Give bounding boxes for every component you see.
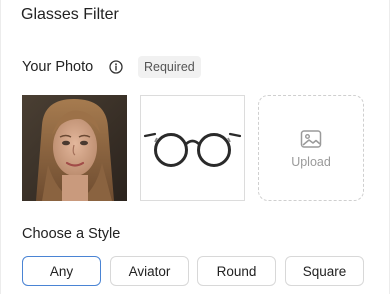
choose-style-label: Choose a Style [22, 226, 121, 242]
style-option-round[interactable]: Round [197, 256, 276, 286]
glasses-icon [143, 132, 242, 167]
glasses-preview-thumbnail[interactable] [140, 95, 245, 201]
portrait-image [22, 95, 127, 201]
required-badge: Required [138, 56, 201, 78]
panel-title: Glasses Filter [21, 6, 119, 23]
upload-photo-dropzone[interactable]: Upload [258, 95, 364, 201]
your-photo-label: Your Photo [22, 59, 94, 75]
style-option-any[interactable]: Any [22, 256, 101, 286]
glasses-filter-panel: Glasses Filter Your Photo Required Uploa… [0, 0, 390, 294]
style-option-aviator[interactable]: Aviator [110, 256, 189, 286]
user-photo-thumbnail[interactable] [22, 95, 127, 201]
image-icon [300, 130, 322, 148]
upload-label: Upload [291, 155, 331, 169]
style-options: Any Aviator Round Square [22, 256, 364, 287]
info-circle-icon[interactable] [109, 60, 123, 74]
style-option-square[interactable]: Square [285, 256, 364, 286]
